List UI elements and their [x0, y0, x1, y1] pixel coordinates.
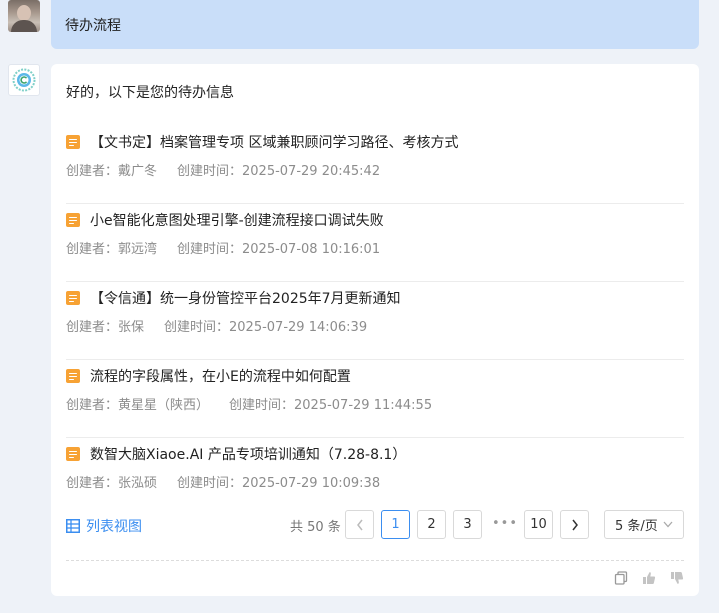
- assistant-avatar: [8, 64, 40, 96]
- todo-item-creator: 创建者：戴广冬: [66, 164, 158, 179]
- todo-item[interactable]: 【文书定】档案管理专项 区域兼职顾问学习路径、考核方式 创建者：戴广冬 创建时间…: [66, 126, 684, 204]
- page-button-1[interactable]: 1: [381, 510, 410, 539]
- assistant-logo-icon: [12, 68, 36, 92]
- user-message-bubble: 待办流程: [51, 0, 699, 49]
- chevron-left-icon: [356, 519, 363, 530]
- page-size-value: 5 条/页: [615, 519, 658, 534]
- chevron-right-icon: [571, 519, 578, 530]
- page-size-select[interactable]: 5 条/页: [604, 510, 684, 539]
- todo-item-created-time: 创建时间：2025-07-29 20:45:42: [177, 164, 381, 179]
- todo-item-creator: 创建者：黄星星（陕西）: [66, 398, 210, 413]
- assistant-message-card: 好的，以下是您的待办信息 【文书定】档案管理专项 区域兼职顾问学习路径、考核方式…: [51, 64, 699, 596]
- todo-item-creator: 创建者：郭远湾: [66, 242, 158, 257]
- copy-icon[interactable]: [613, 570, 629, 586]
- page-button-3[interactable]: 3: [453, 510, 482, 539]
- user-avatar: [8, 0, 40, 32]
- list-view-button[interactable]: 列表视图: [66, 516, 142, 536]
- prev-page-button[interactable]: [345, 510, 374, 539]
- document-icon: [66, 135, 80, 149]
- document-icon: [66, 369, 80, 383]
- thumbs-down-icon[interactable]: [669, 570, 685, 586]
- document-icon: [66, 213, 80, 227]
- todo-item[interactable]: 流程的字段属性，在小E的流程中如何配置 创建者：黄星星（陕西） 创建时间：202…: [66, 360, 684, 438]
- todo-item-creator: 创建者：张泓硕: [66, 476, 158, 491]
- assistant-intro-text: 好的，以下是您的待办信息: [66, 85, 234, 101]
- todo-item-title[interactable]: 数智大脑Xiaoe.AI 产品专项培训通知（7.28-8.1）: [90, 444, 406, 464]
- todo-item[interactable]: 小e智能化意图处理引擎-创建流程接口调试失败 创建者：郭远湾 创建时间：2025…: [66, 204, 684, 282]
- todo-item-created-time: 创建时间：2025-07-08 10:16:01: [177, 242, 381, 257]
- todo-item-title[interactable]: 【令信通】统一身份管控平台2025年7月更新通知: [90, 288, 401, 308]
- todo-item-created-time: 创建时间：2025-07-29 10:09:38: [177, 476, 381, 491]
- page-button-2[interactable]: 2: [417, 510, 446, 539]
- todo-item-creator: 创建者：张保: [66, 320, 145, 335]
- todo-item-created-time: 创建时间：2025-07-29 14:06:39: [164, 320, 368, 335]
- thumbs-up-icon[interactable]: [641, 570, 657, 586]
- document-icon: [66, 291, 80, 305]
- document-icon: [66, 447, 80, 461]
- todo-item-title[interactable]: 【文书定】档案管理专项 区域兼职顾问学习路径、考核方式: [90, 132, 458, 152]
- chevron-down-icon: [663, 521, 673, 528]
- user-message-text: 待办流程: [65, 17, 121, 34]
- message-actions: [613, 570, 685, 586]
- pagination-total: 共 50 条: [290, 520, 341, 535]
- todo-item-title[interactable]: 流程的字段属性，在小E的流程中如何配置: [90, 366, 351, 386]
- todo-item-created-time: 创建时间：2025-07-29 11:44:55: [229, 398, 433, 413]
- table-icon: [66, 519, 80, 533]
- todo-item-title[interactable]: 小e智能化意图处理引擎-创建流程接口调试失败: [90, 210, 384, 230]
- todo-item[interactable]: 【令信通】统一身份管控平台2025年7月更新通知 创建者：张保 创建时间：202…: [66, 282, 684, 360]
- pagination-ellipsis[interactable]: •••: [492, 516, 518, 531]
- list-view-label: 列表视图: [86, 519, 142, 535]
- footer-divider: [66, 560, 684, 561]
- page-button-10[interactable]: 10: [524, 510, 553, 539]
- next-page-button[interactable]: [560, 510, 589, 539]
- todo-item[interactable]: 数智大脑Xiaoe.AI 产品专项培训通知（7.28-8.1） 创建者：张泓硕 …: [66, 438, 684, 516]
